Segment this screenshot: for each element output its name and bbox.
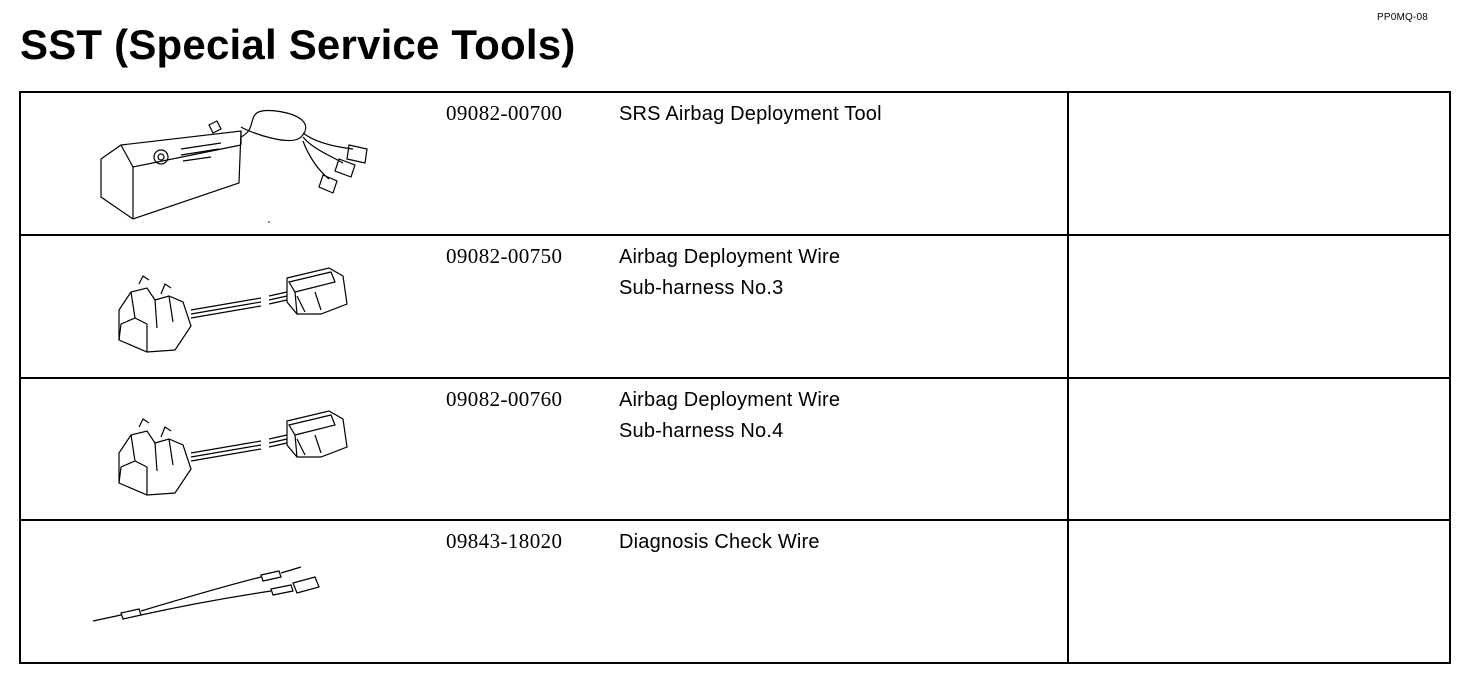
table-row: 09082-00750 Airbag Deployment Wire Sub-h… bbox=[19, 233, 1451, 379]
part-number: 09843-18020 bbox=[446, 529, 563, 554]
tool-cell: 09082-00700 SRS Airbag Deployment Tool bbox=[19, 91, 1069, 236]
sub-harness-connector-icon bbox=[91, 383, 381, 517]
part-number: 09082-00760 bbox=[446, 386, 563, 411]
sst-table: 09082-00700 SRS Airbag Deployment Tool 0… bbox=[19, 91, 1451, 664]
tool-cell: 09082-00750 Airbag Deployment Wire Sub-h… bbox=[19, 233, 1069, 379]
tool-cell: 09843-18020 Diagnosis Check Wire bbox=[19, 519, 1069, 664]
tool-name: Diagnosis Check Wire bbox=[619, 527, 820, 558]
tool-name-line: SRS Airbag Deployment Tool bbox=[619, 103, 882, 125]
tool-name: Airbag Deployment Wire Sub-harness No.3 bbox=[619, 242, 840, 304]
notes-cell bbox=[1067, 376, 1451, 522]
part-number: 09082-00750 bbox=[446, 243, 563, 268]
tool-name: SRS Airbag Deployment Tool bbox=[619, 99, 882, 130]
tool-name-line: Airbag Deployment Wire bbox=[619, 245, 841, 268]
document-code: PP0MQ-08 bbox=[1377, 12, 1429, 23]
check-wire-icon bbox=[91, 525, 381, 659]
airbag-deployment-tool-icon bbox=[91, 97, 381, 223]
tool-name: Airbag Deployment Wire Sub-harness No.4 bbox=[619, 385, 840, 447]
table-row: 09843-18020 Diagnosis Check Wire bbox=[19, 519, 1451, 664]
table-row: 09082-00700 SRS Airbag Deployment Tool bbox=[19, 91, 1451, 236]
notes-cell bbox=[1067, 233, 1451, 379]
part-number: 09082-00700 bbox=[446, 101, 563, 125]
page-title: SST (Special Service Tools) bbox=[20, 21, 576, 68]
tool-name-line: Sub-harness No.3 bbox=[619, 276, 784, 299]
tool-name-line: Airbag Deployment Wire bbox=[619, 388, 841, 411]
tool-name-line: Diagnosis Check Wire bbox=[619, 531, 820, 554]
notes-cell bbox=[1067, 91, 1451, 236]
tool-cell: 09082-00760 Airbag Deployment Wire Sub-h… bbox=[19, 376, 1069, 522]
tool-name-line: Sub-harness No.4 bbox=[619, 419, 784, 442]
notes-cell bbox=[1067, 519, 1451, 664]
sub-harness-connector-icon bbox=[91, 240, 381, 374]
table-row: 09082-00760 Airbag Deployment Wire Sub-h… bbox=[19, 376, 1451, 522]
